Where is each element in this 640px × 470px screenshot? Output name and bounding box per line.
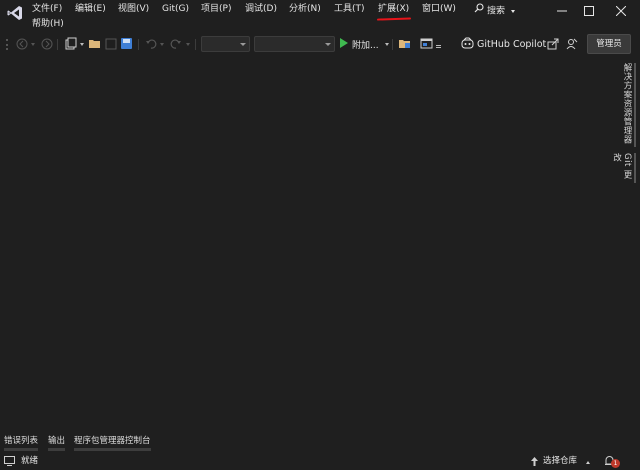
tab-indicator — [4, 448, 39, 451]
tab-indicator — [74, 448, 151, 451]
browser-icon[interactable] — [420, 37, 433, 50]
tab-git-changes[interactable]: Git 更改 — [612, 153, 636, 183]
undo-dropdown-icon[interactable] — [160, 43, 164, 46]
toolbar-separator — [138, 39, 139, 50]
status-ready: 就绪 — [21, 456, 39, 466]
menu-help[interactable]: 帮助(H) — [32, 18, 64, 31]
redo-icon[interactable] — [169, 37, 182, 50]
editor-area[interactable] — [0, 57, 611, 431]
close-button[interactable] — [608, 2, 634, 20]
menu-file[interactable]: 文件(F) — [32, 3, 62, 16]
menu-analyze[interactable]: 分析(N) — [289, 3, 321, 16]
tab-output-label: 输出 — [48, 436, 66, 446]
select-repository-button[interactable]: 选择仓库 — [543, 455, 577, 467]
chevron-down-icon — [510, 9, 515, 13]
admin-badge: 管理员 — [587, 34, 631, 54]
chevron-down-icon — [325, 43, 331, 46]
toolbar-overflow-icon[interactable] — [436, 45, 441, 48]
tab-indicator — [634, 63, 636, 147]
tab-error-list[interactable]: 错误列表 — [4, 435, 39, 451]
run-label: 附加... — [352, 40, 379, 51]
nav-back-dropdown-icon[interactable] — [31, 43, 35, 46]
toolbar: 附加... GitHub Copilot — [0, 33, 640, 56]
right-tool-rail: 解决方案资源管理器 Git 更改 — [612, 57, 640, 431]
run-icon — [339, 37, 349, 51]
attach-run-button[interactable]: 附加... — [339, 35, 379, 53]
toolbar-grip[interactable] — [6, 39, 9, 50]
toolbar-separator — [392, 39, 393, 50]
new-project-icon[interactable] — [64, 37, 77, 50]
tab-indicator — [634, 153, 636, 183]
status-bar: 就绪 选择仓库 — [0, 452, 640, 470]
toolbar-separator — [57, 39, 58, 50]
minimize-button[interactable] — [549, 2, 575, 20]
tab-solution-explorer-label: 解决方案资源管理器 — [622, 63, 632, 144]
github-copilot-button[interactable]: GitHub Copilot — [461, 35, 546, 53]
tab-indicator — [48, 448, 66, 451]
menu-git[interactable]: Git(G) — [162, 3, 189, 16]
nav-back-icon[interactable] — [15, 37, 28, 50]
tab-solution-explorer[interactable]: 解决方案资源管理器 — [620, 63, 636, 147]
output-window-icon[interactable] — [4, 456, 15, 469]
nav-forward-icon[interactable] — [40, 37, 53, 50]
menu-project[interactable]: 项目(P) — [201, 3, 231, 16]
folder-icon[interactable] — [398, 37, 411, 50]
visual-studio-logo-icon — [6, 4, 24, 22]
menu-debug[interactable]: 调试(D) — [245, 3, 277, 16]
maximize-button[interactable] — [576, 2, 602, 20]
copilot-label: GitHub Copilot — [477, 38, 547, 50]
toolbar-separator — [195, 39, 196, 50]
new-project-dropdown-icon[interactable] — [80, 43, 84, 46]
share-icon[interactable] — [546, 37, 559, 50]
feedback-icon[interactable] — [565, 37, 578, 50]
menu-tools[interactable]: 工具(T) — [334, 3, 365, 16]
save-all-icon[interactable] — [120, 37, 133, 50]
tab-error-list-label: 错误列表 — [4, 436, 39, 446]
save-icon[interactable] — [104, 37, 117, 50]
repo-arrow-icon — [530, 457, 539, 469]
redo-dropdown-icon[interactable] — [186, 43, 190, 46]
tab-output[interactable]: 输出 — [48, 435, 66, 451]
tab-package-manager-console[interactable]: 程序包管理器控制台 — [74, 435, 151, 451]
search-icon — [474, 3, 484, 19]
search-box[interactable]: 搜索 — [474, 3, 515, 18]
menu-extensions[interactable]: 扩展(X) — [378, 3, 409, 16]
title-bar: 文件(F) 编辑(E) 视图(V) Git(G) 项目(P) 调试(D) 分析(… — [0, 0, 640, 33]
configuration-dropdown[interactable] — [201, 36, 250, 52]
chevron-down-icon — [240, 43, 246, 46]
search-label: 搜索 — [487, 6, 506, 17]
tab-package-manager-console-label: 程序包管理器控制台 — [74, 436, 151, 446]
copilot-icon — [461, 37, 474, 52]
menu-window[interactable]: 窗口(W) — [422, 3, 456, 16]
menu-edit[interactable]: 编辑(E) — [75, 3, 106, 16]
run-dropdown-icon[interactable] — [385, 43, 389, 46]
open-folder-icon[interactable] — [88, 37, 101, 50]
undo-icon[interactable] — [144, 37, 157, 50]
bottom-tool-tabs: 错误列表 输出 程序包管理器控制台 — [0, 432, 640, 452]
notification-count-badge: 1 — [611, 459, 620, 468]
tab-git-changes-label: Git 更改 — [611, 153, 633, 179]
chevron-up-icon[interactable] — [586, 461, 590, 464]
platform-dropdown[interactable] — [254, 36, 335, 52]
menu-view[interactable]: 视图(V) — [118, 3, 149, 16]
